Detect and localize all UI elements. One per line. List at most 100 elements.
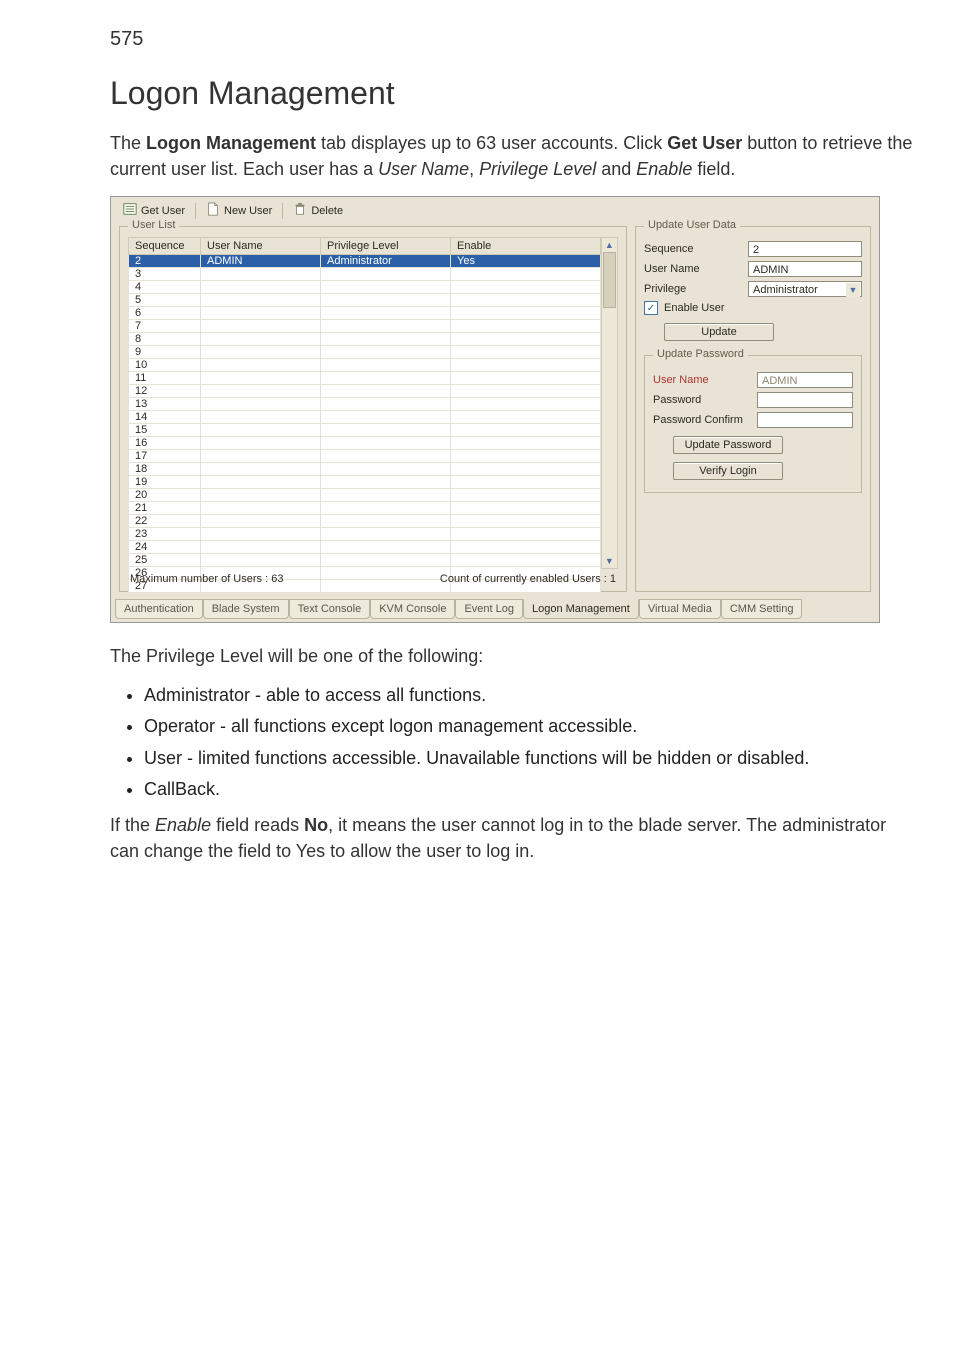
table-row[interactable]: 23	[129, 528, 601, 541]
password-field[interactable]	[757, 392, 853, 408]
table-cell: 18	[129, 463, 201, 476]
tab-authentication[interactable]: Authentication	[115, 599, 203, 619]
text-bold: No	[304, 815, 328, 835]
table-cell	[321, 333, 451, 346]
get-user-button[interactable]: Get User	[117, 201, 191, 220]
table-cell: 17	[129, 450, 201, 463]
tab-event-log[interactable]: Event Log	[455, 599, 523, 619]
delete-button[interactable]: Delete	[287, 201, 349, 220]
user-table[interactable]: Sequence User Name Privilege Level Enabl…	[128, 237, 601, 593]
col-enable[interactable]: Enable	[451, 238, 601, 255]
scrollbar[interactable]: ▲ ▼	[601, 237, 618, 569]
user-list-groupbox: User List Sequence User Name Privilege L…	[119, 226, 627, 592]
table-row[interactable]: 3	[129, 268, 601, 281]
table-row[interactable]: 5	[129, 294, 601, 307]
row-privilege: Privilege Administrator ▼	[644, 281, 862, 297]
text: field.	[692, 159, 735, 179]
update-button[interactable]: Update	[664, 323, 774, 341]
table-cell	[201, 541, 321, 554]
table-row[interactable]: 15	[129, 424, 601, 437]
table-cell	[321, 385, 451, 398]
table-cell: 16	[129, 437, 201, 450]
col-user-name[interactable]: User Name	[201, 238, 321, 255]
tab-cmm-setting[interactable]: CMM Setting	[721, 599, 803, 619]
table-row[interactable]: 6	[129, 307, 601, 320]
list-item: Operator - all functions except logon ma…	[144, 714, 914, 739]
table-cell	[451, 320, 601, 333]
closing-paragraph: If the Enable field reads No, it means t…	[110, 812, 914, 864]
col-sequence[interactable]: Sequence	[129, 238, 201, 255]
table-row[interactable]: 12	[129, 385, 601, 398]
update-user-groupbox: Update User Data Sequence 2 User Name AD…	[635, 226, 871, 592]
table-row[interactable]: 20	[129, 489, 601, 502]
table-row[interactable]: 13	[129, 398, 601, 411]
text: If the	[110, 815, 155, 835]
table-cell	[201, 476, 321, 489]
separator	[195, 203, 196, 219]
table-cell: 2	[129, 255, 201, 268]
table-cell	[201, 281, 321, 294]
table-row[interactable]: 10	[129, 359, 601, 372]
text: and	[596, 159, 636, 179]
table-row[interactable]: 21	[129, 502, 601, 515]
table-cell: 8	[129, 333, 201, 346]
table-row[interactable]: 16	[129, 437, 601, 450]
table-row[interactable]: 22	[129, 515, 601, 528]
table-row[interactable]: 4	[129, 281, 601, 294]
table-row[interactable]: 8	[129, 333, 601, 346]
table-row[interactable]: 11	[129, 372, 601, 385]
table-row[interactable]: 17	[129, 450, 601, 463]
user-list-legend: User List	[128, 219, 179, 231]
table-cell	[321, 294, 451, 307]
table-cell	[201, 502, 321, 515]
table-cell	[201, 333, 321, 346]
table-cell	[451, 385, 601, 398]
sequence-field[interactable]: 2	[748, 241, 862, 257]
new-user-button[interactable]: New User	[200, 201, 278, 220]
privilege-field[interactable]: Administrator ▼	[748, 281, 862, 297]
scroll-thumb[interactable]	[603, 252, 616, 308]
table-cell: 5	[129, 294, 201, 307]
chevron-down-icon[interactable]: ▼	[846, 283, 860, 297]
table-cell	[201, 463, 321, 476]
scroll-down-icon[interactable]: ▼	[602, 554, 617, 568]
table-cell	[321, 554, 451, 567]
col-privilege[interactable]: Privilege Level	[321, 238, 451, 255]
table-row[interactable]: 25	[129, 554, 601, 567]
table-cell	[201, 411, 321, 424]
privilege-label: Privilege	[644, 283, 748, 295]
update-password-button[interactable]: Update Password	[673, 436, 783, 454]
table-cell	[201, 385, 321, 398]
text-bold: Logon Management	[146, 133, 316, 153]
table-cell	[321, 567, 451, 580]
table-row[interactable]: 24	[129, 541, 601, 554]
toolbar: Get User New User Delete	[111, 197, 879, 222]
table-row[interactable]: 14	[129, 411, 601, 424]
table-row[interactable]: 2ADMINAdministratorYes	[129, 255, 601, 268]
table-row[interactable]: 9	[129, 346, 601, 359]
enable-user-label: Enable User	[664, 302, 725, 314]
text: tab displayes up to 63 user accounts. Cl…	[316, 133, 667, 153]
table-cell	[451, 541, 601, 554]
table-row[interactable]: 19	[129, 476, 601, 489]
table-cell: 4	[129, 281, 201, 294]
table-cell: 11	[129, 372, 201, 385]
table-cell: 24	[129, 541, 201, 554]
scroll-up-icon[interactable]: ▲	[602, 238, 617, 252]
table-cell	[201, 268, 321, 281]
enable-user-checkbox[interactable]: ✓	[644, 301, 658, 315]
tab-virtual-media[interactable]: Virtual Media	[639, 599, 721, 619]
tab-text-console[interactable]: Text Console	[289, 599, 371, 619]
table-row[interactable]: 7	[129, 320, 601, 333]
tab-blade-system[interactable]: Blade System	[203, 599, 289, 619]
table-cell	[201, 372, 321, 385]
tab-kvm-console[interactable]: KVM Console	[370, 599, 455, 619]
verify-login-button[interactable]: Verify Login	[673, 462, 783, 480]
password-confirm-field[interactable]	[757, 412, 853, 428]
table-cell	[321, 437, 451, 450]
table-row[interactable]: 18	[129, 463, 601, 476]
tab-logon-management[interactable]: Logon Management	[523, 599, 639, 619]
table-cell	[201, 554, 321, 567]
user-name-field[interactable]: ADMIN	[748, 261, 862, 277]
table-cell	[451, 502, 601, 515]
